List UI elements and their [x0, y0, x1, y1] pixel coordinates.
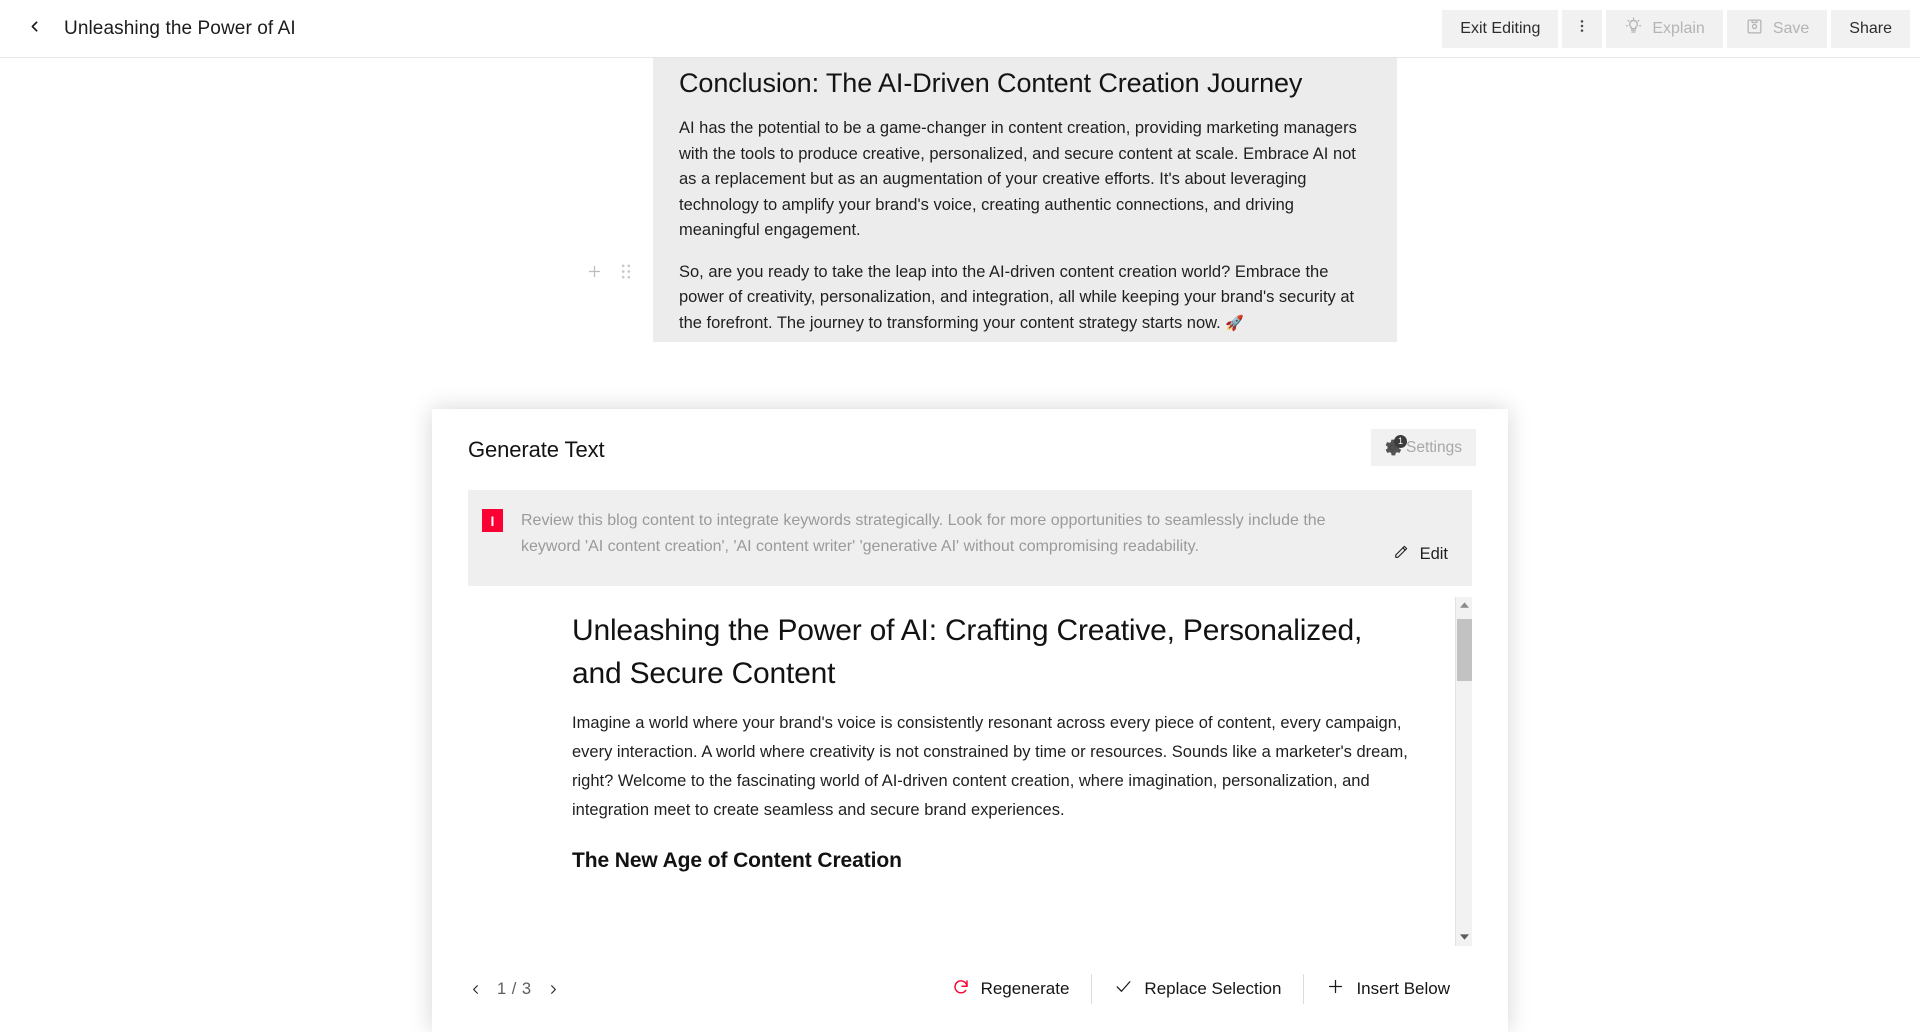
refresh-icon	[952, 978, 970, 1001]
prompt-text: Review this blog content to integrate ke…	[521, 512, 1326, 555]
document-block-paragraph: So, are you ready to take the leap into …	[546, 249, 1397, 343]
settings-label: Settings	[1405, 438, 1462, 456]
replace-selection-label: Replace Selection	[1144, 979, 1282, 998]
gear-icon: 1	[1382, 434, 1407, 459]
chevron-left-icon	[26, 18, 43, 40]
back-button[interactable]	[14, 9, 54, 49]
settings-button[interactable]: 1 Settings	[1370, 429, 1476, 466]
replace-selection-button[interactable]: Replace Selection	[1092, 972, 1303, 1006]
save-label: Save	[1772, 19, 1810, 37]
preview-area: Unleashing the Power of AI: Crafting Cre…	[468, 597, 1472, 946]
share-button[interactable]: Share	[1831, 9, 1910, 48]
settings-badge: 1	[1393, 434, 1407, 448]
edit-label: Edit	[1419, 545, 1448, 563]
document-paragraph-2-text: So, are you ready to take the leap into …	[679, 262, 1355, 332]
scroll-up-icon[interactable]	[1456, 597, 1472, 614]
pagination: 1 / 3	[468, 980, 561, 999]
top-bar: Unleashing the Power of AI Exit Editing …	[0, 0, 1920, 58]
block-gutter	[546, 58, 653, 94]
preview-scrollbar[interactable]	[1455, 597, 1472, 946]
instruction-marker-icon: I	[482, 509, 503, 532]
page-indicator: 1 / 3	[497, 979, 532, 998]
regenerate-button[interactable]: Regenerate	[930, 973, 1092, 1006]
exit-editing-button[interactable]: Exit Editing	[1442, 9, 1559, 48]
drag-handle-icon[interactable]	[619, 263, 633, 280]
check-icon	[1114, 977, 1133, 1001]
next-page-button[interactable]	[546, 982, 561, 997]
pencil-icon	[1392, 543, 1410, 566]
prompt-bar: I Review this blog content to integrate …	[468, 490, 1472, 586]
modal-title: Generate Text	[468, 437, 605, 462]
insert-below-label: Insert Below	[1356, 979, 1450, 998]
explain-label: Explain	[1652, 19, 1705, 37]
preview-heading: Unleashing the Power of AI: Crafting Cre…	[572, 614, 1363, 690]
more-vertical-icon	[1574, 18, 1590, 39]
preview-paragraph: Imagine a world where your brand's voice…	[572, 714, 1408, 819]
insert-below-button[interactable]: Insert Below	[1304, 972, 1472, 1006]
document-paragraph-1: AI has the potential to be a game-change…	[679, 119, 1357, 239]
explain-button[interactable]: Explain	[1606, 9, 1723, 48]
block-content[interactable]: So, are you ready to take the leap into …	[653, 249, 1397, 343]
plus-icon	[1326, 977, 1345, 1001]
more-options-button[interactable]	[1562, 9, 1603, 48]
plus-icon[interactable]	[586, 263, 603, 280]
rocket-emoji: 🚀	[1225, 314, 1244, 332]
document-paragraph-2: So, are you ready to take the leap into …	[679, 250, 1371, 343]
top-bar-actions: Exit Editing Explain Save Share	[1442, 0, 1920, 57]
footer-actions: Regenerate Replace Selection Insert Belo…	[930, 972, 1472, 1006]
edit-prompt-button[interactable]: Edit	[1392, 543, 1456, 568]
page-title: Unleashing the Power of AI	[64, 17, 296, 39]
scrollbar-thumb[interactable]	[1457, 619, 1472, 681]
regenerate-label: Regenerate	[980, 979, 1070, 998]
preview-content[interactable]: Unleashing the Power of AI: Crafting Cre…	[468, 597, 1455, 946]
block-gutter-actions	[546, 250, 653, 286]
save-button[interactable]: Save	[1726, 9, 1828, 48]
document-heading: Conclusion: The AI-Driven Content Creati…	[679, 68, 1303, 98]
lightbulb-icon	[1624, 17, 1643, 41]
scroll-down-icon[interactable]	[1456, 929, 1472, 946]
prev-page-button[interactable]	[468, 982, 483, 997]
block-content[interactable]: Conclusion: The AI-Driven Content Creati…	[653, 58, 1397, 250]
generate-text-modal: Generate Text 1 Settings I Review this b…	[432, 409, 1508, 1032]
preview-subheading: The New Age of Content Creation	[572, 849, 902, 872]
floppy-disk-icon	[1745, 17, 1764, 41]
modal-header: Generate Text 1 Settings	[432, 409, 1508, 482]
modal-footer: 1 / 3 Regenerate Replace Selection Inser…	[432, 946, 1508, 1032]
document-block-heading: Conclusion: The AI-Driven Content Creati…	[546, 58, 1397, 250]
